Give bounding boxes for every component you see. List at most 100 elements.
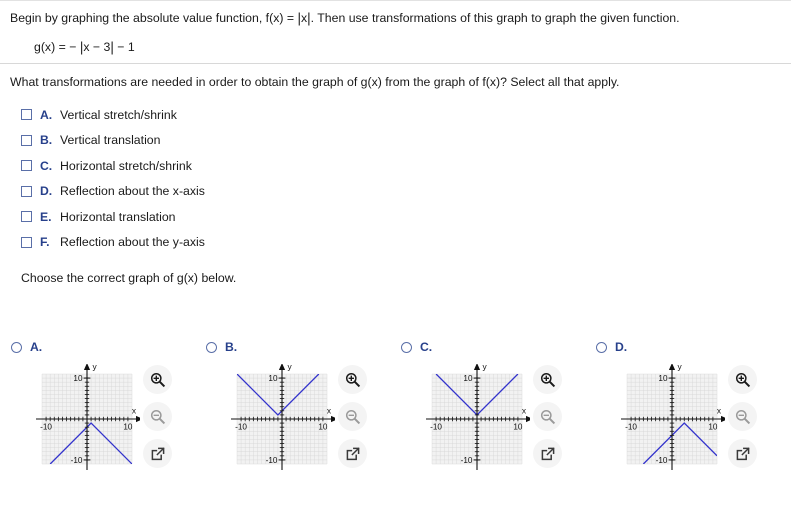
question-block: What transformations are needed in order…	[0, 64, 791, 289]
answer-choice-b[interactable]: B. 10 -10 -10 10 y x	[195, 336, 390, 511]
graph-b-tools	[338, 365, 370, 476]
y-axis-max-label: 10	[658, 374, 668, 383]
zoom-in-icon[interactable]	[533, 365, 562, 394]
radio-c[interactable]	[401, 341, 412, 353]
checkbox-option-c[interactable]: C. Horizontal stretch/shrink	[21, 153, 781, 179]
checkbox-option-f[interactable]: F. Reflection about the y-axis	[21, 230, 781, 256]
open-in-new-window-icon[interactable]	[143, 439, 172, 468]
x-axis-name-label: x	[327, 406, 332, 416]
y-axis-min-label: -10	[461, 456, 473, 465]
checkbox-c[interactable]	[21, 160, 32, 172]
function-negative-sign: −	[69, 39, 80, 54]
answer-letter-c: C.	[420, 340, 433, 354]
checkbox-option-b[interactable]: B. Vertical translation	[21, 128, 781, 154]
zoom-in-icon[interactable]	[338, 365, 367, 394]
x-axis-min-label: -10	[625, 423, 637, 432]
checkbox-f[interactable]	[21, 236, 32, 248]
checkbox-letter-a: A.	[40, 107, 53, 122]
coordinate-plane: 10 -10 -10 10 y x	[36, 364, 140, 470]
checkbox-option-e[interactable]: E. Horizontal translation	[21, 204, 781, 230]
checkbox-label-c: Horizontal stretch/shrink	[60, 158, 192, 173]
y-axis-name-label: y	[93, 364, 98, 372]
x-axis-max-label: 10	[513, 423, 523, 432]
answer-a-header[interactable]: A.	[0, 336, 195, 354]
open-in-new-window-icon[interactable]	[338, 439, 367, 468]
problem-statement: Begin by graphing the absolute value fun…	[0, 1, 791, 63]
statement-text-before: Begin by graphing the absolute value fun…	[10, 11, 298, 25]
y-axis-min-label: -10	[656, 456, 668, 465]
zoom-in-icon[interactable]	[728, 365, 757, 394]
graph-c-tools	[533, 365, 565, 476]
y-axis-min-label: -10	[71, 456, 83, 465]
function-constant-term: − 1	[113, 39, 135, 54]
radio-d[interactable]	[596, 341, 607, 353]
radio-b[interactable]	[206, 341, 217, 353]
checkbox-e[interactable]	[21, 211, 32, 223]
y-axis-max-label: 10	[73, 374, 83, 383]
x-axis-max-label: 10	[708, 423, 718, 432]
graph-d-tools	[728, 365, 760, 476]
y-axis-name-label: y	[483, 364, 488, 372]
answer-choice-c[interactable]: C. 10 -10 -10 10 y x	[390, 336, 585, 511]
checkbox-d[interactable]	[21, 185, 32, 197]
checkbox-label-d: Reflection about the x-axis	[60, 184, 205, 199]
y-axis-max-label: 10	[268, 374, 278, 383]
exercise-page: Begin by graphing the absolute value fun…	[0, 0, 791, 515]
y-axis-min-label: -10	[266, 456, 278, 465]
y-axis-max-label: 10	[463, 374, 473, 383]
answer-b-header[interactable]: B.	[195, 336, 390, 354]
question-prompt: What transformations are needed in order…	[10, 75, 620, 89]
checkbox-group: A. Vertical stretch/shrink B. Vertical t…	[10, 102, 781, 255]
answer-choice-a[interactable]: A. 10 -10 -10 10 y x	[0, 336, 195, 511]
x-axis-name-label: x	[717, 406, 722, 416]
problem-statement-line: Begin by graphing the absolute value fun…	[10, 10, 781, 27]
graph-d[interactable]: 10 -10 -10 10 y x	[619, 364, 725, 472]
answer-d-header[interactable]: D.	[585, 336, 791, 354]
zoom-out-icon[interactable]	[143, 402, 172, 431]
answer-letter-b: B.	[225, 340, 238, 354]
radio-a[interactable]	[11, 341, 22, 353]
y-axis-name-label: y	[288, 364, 293, 372]
checkbox-letter-b: B.	[40, 133, 53, 148]
x-axis-min-label: -10	[235, 423, 247, 432]
checkbox-option-a[interactable]: A. Vertical stretch/shrink	[21, 102, 781, 128]
coordinate-plane: 10 -10 -10 10 y x	[426, 364, 530, 470]
graph-c[interactable]: 10 -10 -10 10 y x	[424, 364, 530, 472]
zoom-out-icon[interactable]	[338, 402, 367, 431]
answer-letter-a: A.	[30, 340, 43, 354]
answer-choice-d[interactable]: D. 10 -10 -10 10 y x	[585, 336, 791, 511]
x-axis-min-label: -10	[40, 423, 52, 432]
checkbox-b[interactable]	[21, 134, 32, 146]
function-inner-expression: x − 3	[83, 39, 111, 54]
coordinate-plane: 10 -10 -10 10 y x	[231, 364, 335, 470]
graph-b[interactable]: 10 -10 -10 10 y x	[229, 364, 335, 472]
graph-a-tools	[143, 365, 175, 476]
open-in-new-window-icon[interactable]	[728, 439, 757, 468]
y-axis-name-label: y	[678, 364, 683, 372]
checkbox-label-a: Vertical stretch/shrink	[60, 107, 177, 122]
checkbox-letter-f: F.	[40, 235, 50, 250]
graph-a[interactable]: 10 -10 -10 10 y x	[34, 364, 140, 472]
answer-choice-group: A. 10 -10 -10 10 y x B. 10 -10 -10 10 y x	[0, 336, 791, 511]
zoom-out-icon[interactable]	[728, 402, 757, 431]
x-axis-max-label: 10	[318, 423, 328, 432]
checkbox-a[interactable]	[21, 109, 32, 121]
choose-graph-prompt: Choose the correct graph of g(x) below.	[21, 271, 237, 285]
given-function: g(x) = − |x − 3| − 1	[10, 39, 781, 56]
checkbox-label-e: Horizontal translation	[60, 209, 176, 224]
answer-letter-d: D.	[615, 340, 628, 354]
checkbox-label-b: Vertical translation	[60, 133, 161, 148]
answer-c-header[interactable]: C.	[390, 336, 585, 354]
x-axis-max-label: 10	[123, 423, 133, 432]
checkbox-label-f: Reflection about the y-axis	[60, 235, 205, 250]
x-axis-min-label: -10	[430, 423, 442, 432]
function-name: g(x) =	[34, 39, 70, 54]
checkbox-letter-c: C.	[40, 158, 53, 173]
zoom-in-icon[interactable]	[143, 365, 172, 394]
open-in-new-window-icon[interactable]	[533, 439, 562, 468]
zoom-out-icon[interactable]	[533, 402, 562, 431]
checkbox-option-d[interactable]: D. Reflection about the x-axis	[21, 179, 781, 205]
coordinate-plane: 10 -10 -10 10 y x	[621, 364, 725, 470]
checkbox-letter-e: E.	[40, 209, 52, 224]
checkbox-letter-d: D.	[40, 184, 53, 199]
